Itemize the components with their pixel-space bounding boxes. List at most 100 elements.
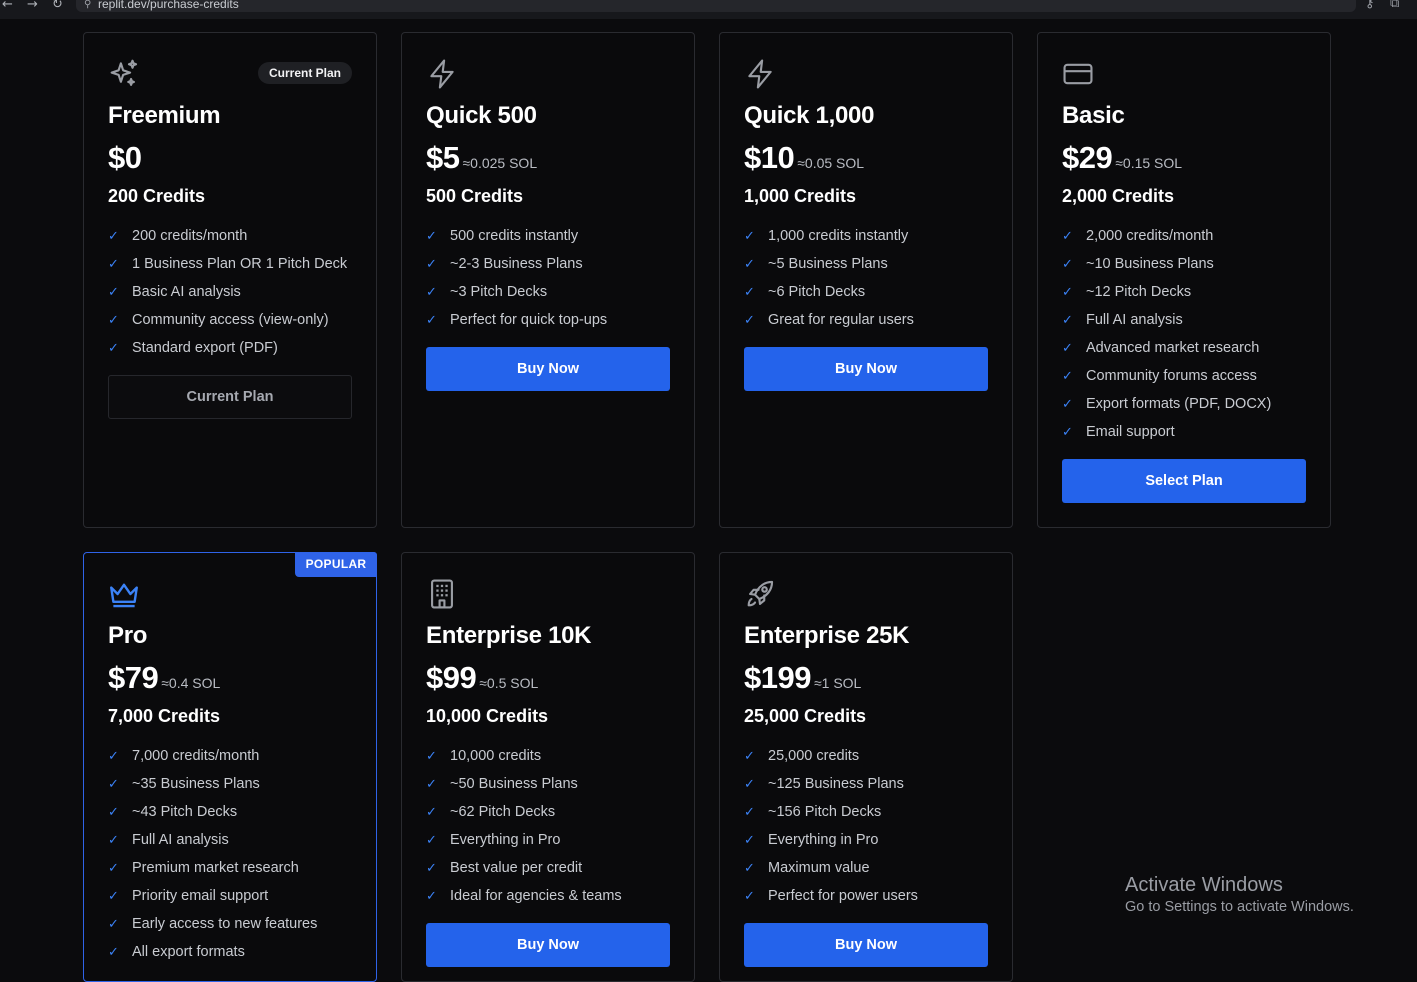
feature-item: ✓ 1 Business Plan OR 1 Pitch Deck — [108, 254, 347, 282]
plan-price: $99 — [426, 660, 477, 695]
feature-item: ✓ Ideal for agencies & teams — [426, 886, 622, 914]
feature-text: Ideal for agencies & teams — [450, 888, 622, 904]
check-icon: ✓ — [426, 777, 437, 792]
feature-item: ✓ ~5 Business Plans — [744, 254, 914, 282]
cast-icon[interactable]: ⧉ — [1390, 0, 1399, 11]
site-info-icon[interactable]: ⚲ — [84, 0, 91, 10]
price-row: $79 ≈0.4 SOL — [108, 660, 220, 696]
check-icon: ✓ — [1062, 369, 1073, 384]
plan-card-pro: POPULAR Pro $79 ≈0.4 SOL 7,000 Credits ✓ 7… — [83, 552, 377, 982]
check-icon: ✓ — [1062, 341, 1073, 356]
current-plan-badge: Current Plan — [257, 62, 352, 84]
plan-credits: 500 Credits — [426, 186, 524, 206]
plan-name: Basic — [1062, 102, 1125, 129]
feature-text: 2,000 credits/month — [1086, 228, 1214, 244]
check-icon: ✓ — [1062, 257, 1073, 272]
feature-item: ✓ All export formats — [108, 942, 317, 970]
buy-now-button[interactable]: Buy Now — [744, 923, 988, 967]
check-icon: ✓ — [1062, 425, 1073, 440]
plan-credits: 10,000 Credits — [426, 706, 549, 726]
sol-price: ≈0.05 SOL — [797, 155, 865, 171]
feature-item: ✓ Full AI analysis — [108, 830, 317, 858]
browser-toolbar: ← → ↻ ⚲ replit.dev/purchase-credits ⚷ ⧉ — [0, 0, 1417, 19]
feature-list: ✓ 7,000 credits/month ✓ ~35 Business Plans… — [108, 746, 317, 970]
feature-text: Premium market research — [132, 860, 299, 876]
feature-item: ✓ Community access (view-only) — [108, 310, 347, 338]
current-plan-button[interactable]: Current Plan — [108, 375, 352, 419]
feature-item: ✓ Full AI analysis — [1062, 310, 1271, 338]
feature-list: ✓ 200 credits/month ✓ 1 Business Plan OR 1… — [108, 226, 347, 366]
feature-text: ~125 Business Plans — [768, 776, 904, 792]
sol-price: ≈0.4 SOL — [161, 675, 221, 691]
buy-now-button[interactable]: Buy Now — [744, 347, 988, 391]
feature-text: ~12 Pitch Decks — [1086, 284, 1192, 300]
check-icon: ✓ — [108, 777, 119, 792]
select-plan-button[interactable]: Select Plan — [1062, 459, 1306, 503]
crown-icon — [107, 577, 141, 611]
check-icon: ✓ — [744, 805, 755, 820]
plan-name: Pro — [108, 622, 148, 649]
feature-text: Full AI analysis — [1086, 312, 1183, 328]
feature-list: ✓ 2,000 credits/month ✓ ~10 Business Plans… — [1062, 226, 1271, 450]
check-icon: ✓ — [1062, 313, 1073, 328]
feature-item: ✓ 7,000 credits/month — [108, 746, 317, 774]
plan-card-freemium: Current Plan Freemium $0 200 Credits ✓ 20… — [83, 32, 377, 528]
buy-now-button[interactable]: Buy Now — [426, 923, 670, 967]
sol-price: ≈0.025 SOL — [462, 155, 538, 171]
reload-icon[interactable]: ↻ — [52, 0, 63, 12]
credit-card-icon — [1061, 57, 1095, 91]
lightning-icon — [743, 57, 777, 91]
popular-badge: POPULAR — [295, 552, 377, 577]
feature-text: ~43 Pitch Decks — [132, 804, 238, 820]
feature-text: ~35 Business Plans — [132, 776, 260, 792]
feature-text: Everything in Pro — [450, 832, 561, 848]
feature-item: ✓ ~35 Business Plans — [108, 774, 317, 802]
check-icon: ✓ — [426, 833, 437, 848]
check-icon: ✓ — [744, 749, 755, 764]
feature-item: ✓ ~6 Pitch Decks — [744, 282, 914, 310]
check-icon: ✓ — [108, 313, 119, 328]
back-arrow-icon[interactable]: ← — [2, 0, 13, 12]
feature-text: 25,000 credits — [768, 748, 860, 764]
plan-credits: 1,000 Credits — [744, 186, 857, 206]
check-icon: ✓ — [426, 313, 437, 328]
feature-text: 500 credits instantly — [450, 228, 579, 244]
check-icon: ✓ — [426, 257, 437, 272]
feature-item: ✓ Best value per credit — [426, 858, 622, 886]
feature-text: ~156 Pitch Decks — [768, 804, 882, 820]
feature-text: Best value per credit — [450, 860, 583, 876]
plan-credits: 2,000 Credits — [1062, 186, 1175, 206]
check-icon: ✓ — [744, 285, 755, 300]
key-icon[interactable]: ⚷ — [1365, 0, 1375, 11]
check-icon: ✓ — [108, 285, 119, 300]
buy-now-button[interactable]: Buy Now — [426, 347, 670, 391]
forward-arrow-icon[interactable]: → — [27, 0, 38, 12]
rocket-icon — [743, 577, 777, 611]
feature-item: ✓ 1,000 credits instantly — [744, 226, 914, 254]
plan-price: $10 — [744, 140, 795, 175]
feature-text: All export formats — [132, 944, 245, 960]
plan-price: $5 — [426, 140, 460, 175]
check-icon: ✓ — [744, 229, 755, 244]
plan-card-quick-1000: Quick 1,000 $10 ≈0.05 SOL 1,000 Credits ✓… — [719, 32, 1013, 528]
feature-text: Priority email support — [132, 888, 269, 904]
feature-item: ✓ Everything in Pro — [744, 830, 918, 858]
check-icon: ✓ — [744, 889, 755, 904]
feature-item: ✓ Early access to new features — [108, 914, 317, 942]
check-icon: ✓ — [108, 861, 119, 876]
feature-text: ~5 Business Plans — [768, 256, 888, 272]
check-icon: ✓ — [108, 229, 119, 244]
sol-price: ≈1 SOL — [813, 675, 862, 691]
check-icon: ✓ — [1062, 285, 1073, 300]
lightning-icon — [425, 57, 459, 91]
feature-item: ✓ Great for regular users — [744, 310, 914, 338]
plan-card-enterprise-25k: Enterprise 25K $199 ≈1 SOL 25,000 Credits… — [719, 552, 1013, 982]
address-bar[interactable]: ⚲ replit.dev/purchase-credits — [76, 0, 1356, 12]
feature-list: ✓ 10,000 credits ✓ ~50 Business Plans ✓ ~62… — [426, 746, 622, 914]
check-icon: ✓ — [426, 749, 437, 764]
feature-text: 7,000 credits/month — [132, 748, 260, 764]
feature-item: ✓ ~2-3 Business Plans — [426, 254, 607, 282]
feature-item: ✓ Export formats (PDF, DOCX) — [1062, 394, 1271, 422]
price-row: $29 ≈0.15 SOL — [1062, 140, 1182, 176]
plan-card-basic: Basic $29 ≈0.15 SOL 2,000 Credits ✓ 2,000 … — [1037, 32, 1331, 528]
